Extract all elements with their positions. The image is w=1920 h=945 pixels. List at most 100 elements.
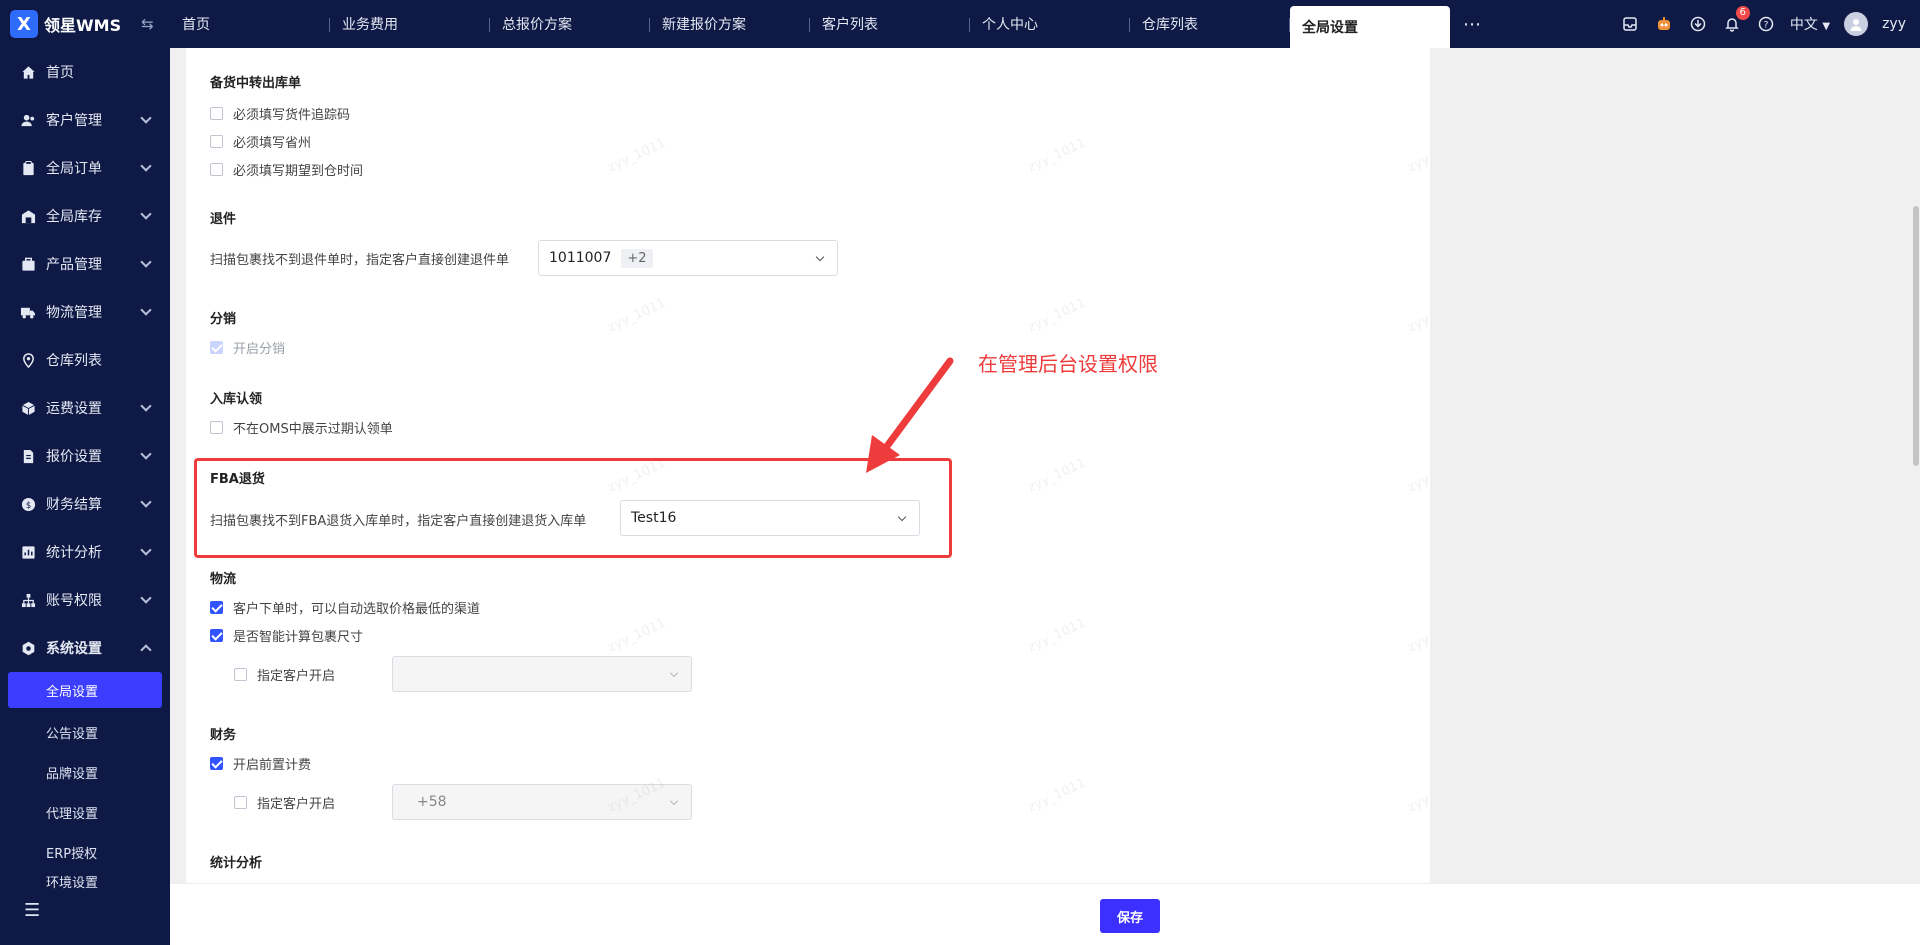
sidebar-item-system-settings[interactable]: 系统设置 <box>0 624 170 672</box>
sidebar-subitem-global-settings[interactable]: 全局设置 <box>8 672 162 708</box>
option-label: 客户下单时，可以自动选取价格最低的渠道 <box>233 601 481 617</box>
sidebar-subitem-erp-auth[interactable]: ERP授权 <box>0 832 170 872</box>
watermark: zyy_1011 <box>1025 775 1089 816</box>
chevron-down-icon <box>140 304 152 316</box>
finance-customer-select[interactable]: +58 <box>392 784 692 820</box>
tab-warehouse-list[interactable]: 仓库列表 <box>1130 0 1290 48</box>
watermark: zyy_1011 <box>605 295 669 336</box>
more-tabs-icon[interactable]: ⋯ <box>1450 0 1494 48</box>
save-button[interactable]: 保存 <box>1100 899 1160 933</box>
option-row[interactable]: 必须填写期望到仓时间 <box>210 155 363 183</box>
truck-icon <box>20 304 36 320</box>
chevron-down-icon <box>140 400 152 412</box>
sidebar-item-statistics[interactable]: 统计分析 <box>0 528 170 576</box>
tab-customer-list[interactable]: 客户列表 <box>810 0 970 48</box>
menu-collapse-icon[interactable]: ☰ <box>24 900 40 921</box>
watermark: zyy_1011 <box>1025 455 1089 496</box>
warehouse-icon <box>20 208 36 224</box>
sidebar-subitem-agent-settings[interactable]: 代理设置 <box>0 792 170 832</box>
select-value: +58 <box>417 794 447 810</box>
tab-personal-center[interactable]: 个人中心 <box>970 0 1130 48</box>
sidebar: 首页 客户管理 全局订单 全局库存 产品管理 物流管理 仓库列表 运费设置 报价… <box>0 48 170 945</box>
more-count-tag: +2 <box>621 248 653 268</box>
cube-icon <box>20 400 36 416</box>
option-row[interactable]: 指定客户开启 <box>234 788 335 816</box>
chevron-down-icon <box>140 160 152 172</box>
sidebar-item-logistics[interactable]: 物流管理 <box>0 288 170 336</box>
option-label: 是否智能计算包裹尺寸 <box>233 629 364 645</box>
settings-icon <box>20 640 36 656</box>
option-label: 必须填写省州 <box>233 135 312 151</box>
option-row[interactable]: 不在OMS中展示过期认领单 <box>210 413 393 441</box>
watermark: zyy_1011 <box>605 615 669 656</box>
sidebar-item-products[interactable]: 产品管理 <box>0 240 170 288</box>
swap-arrows-icon[interactable]: ⇆ <box>141 15 154 33</box>
chart-icon <box>20 544 36 560</box>
inbox-icon[interactable] <box>1620 14 1640 34</box>
watermark: zyy_1011 <box>605 135 669 176</box>
tab-global-settings[interactable]: 全局设置 <box>1290 6 1450 48</box>
sidebar-item-warehouse-list[interactable]: 仓库列表 <box>0 336 170 384</box>
option-row[interactable]: 必须填写省州 <box>210 127 363 155</box>
option-row[interactable]: 是否智能计算包裹尺寸 <box>210 621 480 649</box>
sidebar-subitem-announcement-settings[interactable]: 公告设置 <box>0 712 170 752</box>
svg-text:?: ? <box>1764 21 1769 31</box>
robot-icon[interactable] <box>1654 14 1674 34</box>
bell-icon[interactable]: 6 <box>1722 6 1750 34</box>
sidebar-item-global-inventory[interactable]: 全局库存 <box>0 192 170 240</box>
sidebar-item-finance[interactable]: $ 财务结算 <box>0 480 170 528</box>
returns-customer-select[interactable]: 1011007 +2 <box>538 240 838 276</box>
option-row[interactable]: 客户下单时，可以自动选取价格最低的渠道 <box>210 593 480 621</box>
sidebar-item-home[interactable]: 首页 <box>0 48 170 96</box>
finance-sub-option: 指定客户开启 <box>234 788 335 816</box>
header-actions: 6 ? 中文 ▼ zyy <box>1620 0 1906 48</box>
stats-section: 统计分析 <box>210 852 262 871</box>
sidebar-subitem-environment-settings[interactable]: 环境设置 <box>0 872 170 892</box>
language-selector[interactable]: 中文 ▼ <box>1790 14 1830 34</box>
option-row[interactable]: 指定客户开启 <box>234 660 335 688</box>
sidebar-subitem-brand-settings[interactable]: 品牌设置 <box>0 752 170 792</box>
checkbox[interactable] <box>234 667 247 681</box>
logistics-customer-select[interactable] <box>392 656 692 692</box>
tab-home[interactable]: 首页 <box>170 0 330 48</box>
checkbox-checked[interactable] <box>210 600 223 614</box>
sidebar-item-quote-settings[interactable]: 报价设置 <box>0 432 170 480</box>
watermark: zyy_1011 <box>1025 295 1089 336</box>
checkbox-checked[interactable] <box>210 628 223 642</box>
sidebar-item-freight-settings[interactable]: 运费设置 <box>0 384 170 432</box>
app-name: 领星WMS <box>44 16 122 35</box>
scroll-thumb[interactable] <box>1913 206 1919 466</box>
option-row[interactable]: 开启前置计费 <box>210 749 311 777</box>
chevron-down-icon <box>140 496 152 508</box>
checkbox[interactable] <box>210 134 223 148</box>
option-label: 必须填写期望到仓时间 <box>233 163 364 179</box>
checkbox[interactable] <box>210 162 223 176</box>
sidebar-item-label: 财务结算 <box>46 497 102 513</box>
checkbox[interactable] <box>210 420 223 434</box>
sidebar-item-label: 产品管理 <box>46 257 102 273</box>
checkbox-checked[interactable] <box>210 756 223 770</box>
chevron-down-icon <box>669 796 679 806</box>
sidebar-item-global-orders[interactable]: 全局订单 <box>0 144 170 192</box>
language-label: 中文 <box>1789 17 1818 33</box>
sidebar-item-customers[interactable]: 客户管理 <box>0 96 170 144</box>
tab-new-quote-plan[interactable]: 新建报价方案 <box>650 0 810 48</box>
annotation-arrow-icon <box>866 357 954 473</box>
checkbox[interactable] <box>234 795 247 809</box>
page-scrollbar[interactable] <box>1912 48 1920 945</box>
option-row[interactable]: 必须填写货件追踪码 <box>210 99 363 127</box>
annotation-text: 在管理后台设置权限 <box>978 352 1158 376</box>
watermark: zyy_1011 <box>1405 135 1430 176</box>
tab-business-fees[interactable]: 业务费用 <box>330 0 490 48</box>
username[interactable]: zyy <box>1882 16 1906 32</box>
notification-badge: 6 <box>1735 6 1750 20</box>
help-icon[interactable]: ? <box>1756 14 1776 34</box>
sidebar-item-account-permissions[interactable]: 账号权限 <box>0 576 170 624</box>
download-icon[interactable] <box>1688 14 1708 34</box>
chevron-down-icon <box>669 668 679 678</box>
tab-total-quote-plan[interactable]: 总报价方案 <box>490 0 650 48</box>
chevron-down-icon <box>140 544 152 556</box>
checkbox[interactable] <box>210 106 223 120</box>
watermark: zyy_1011 <box>1405 455 1430 496</box>
avatar[interactable] <box>1844 12 1869 36</box>
